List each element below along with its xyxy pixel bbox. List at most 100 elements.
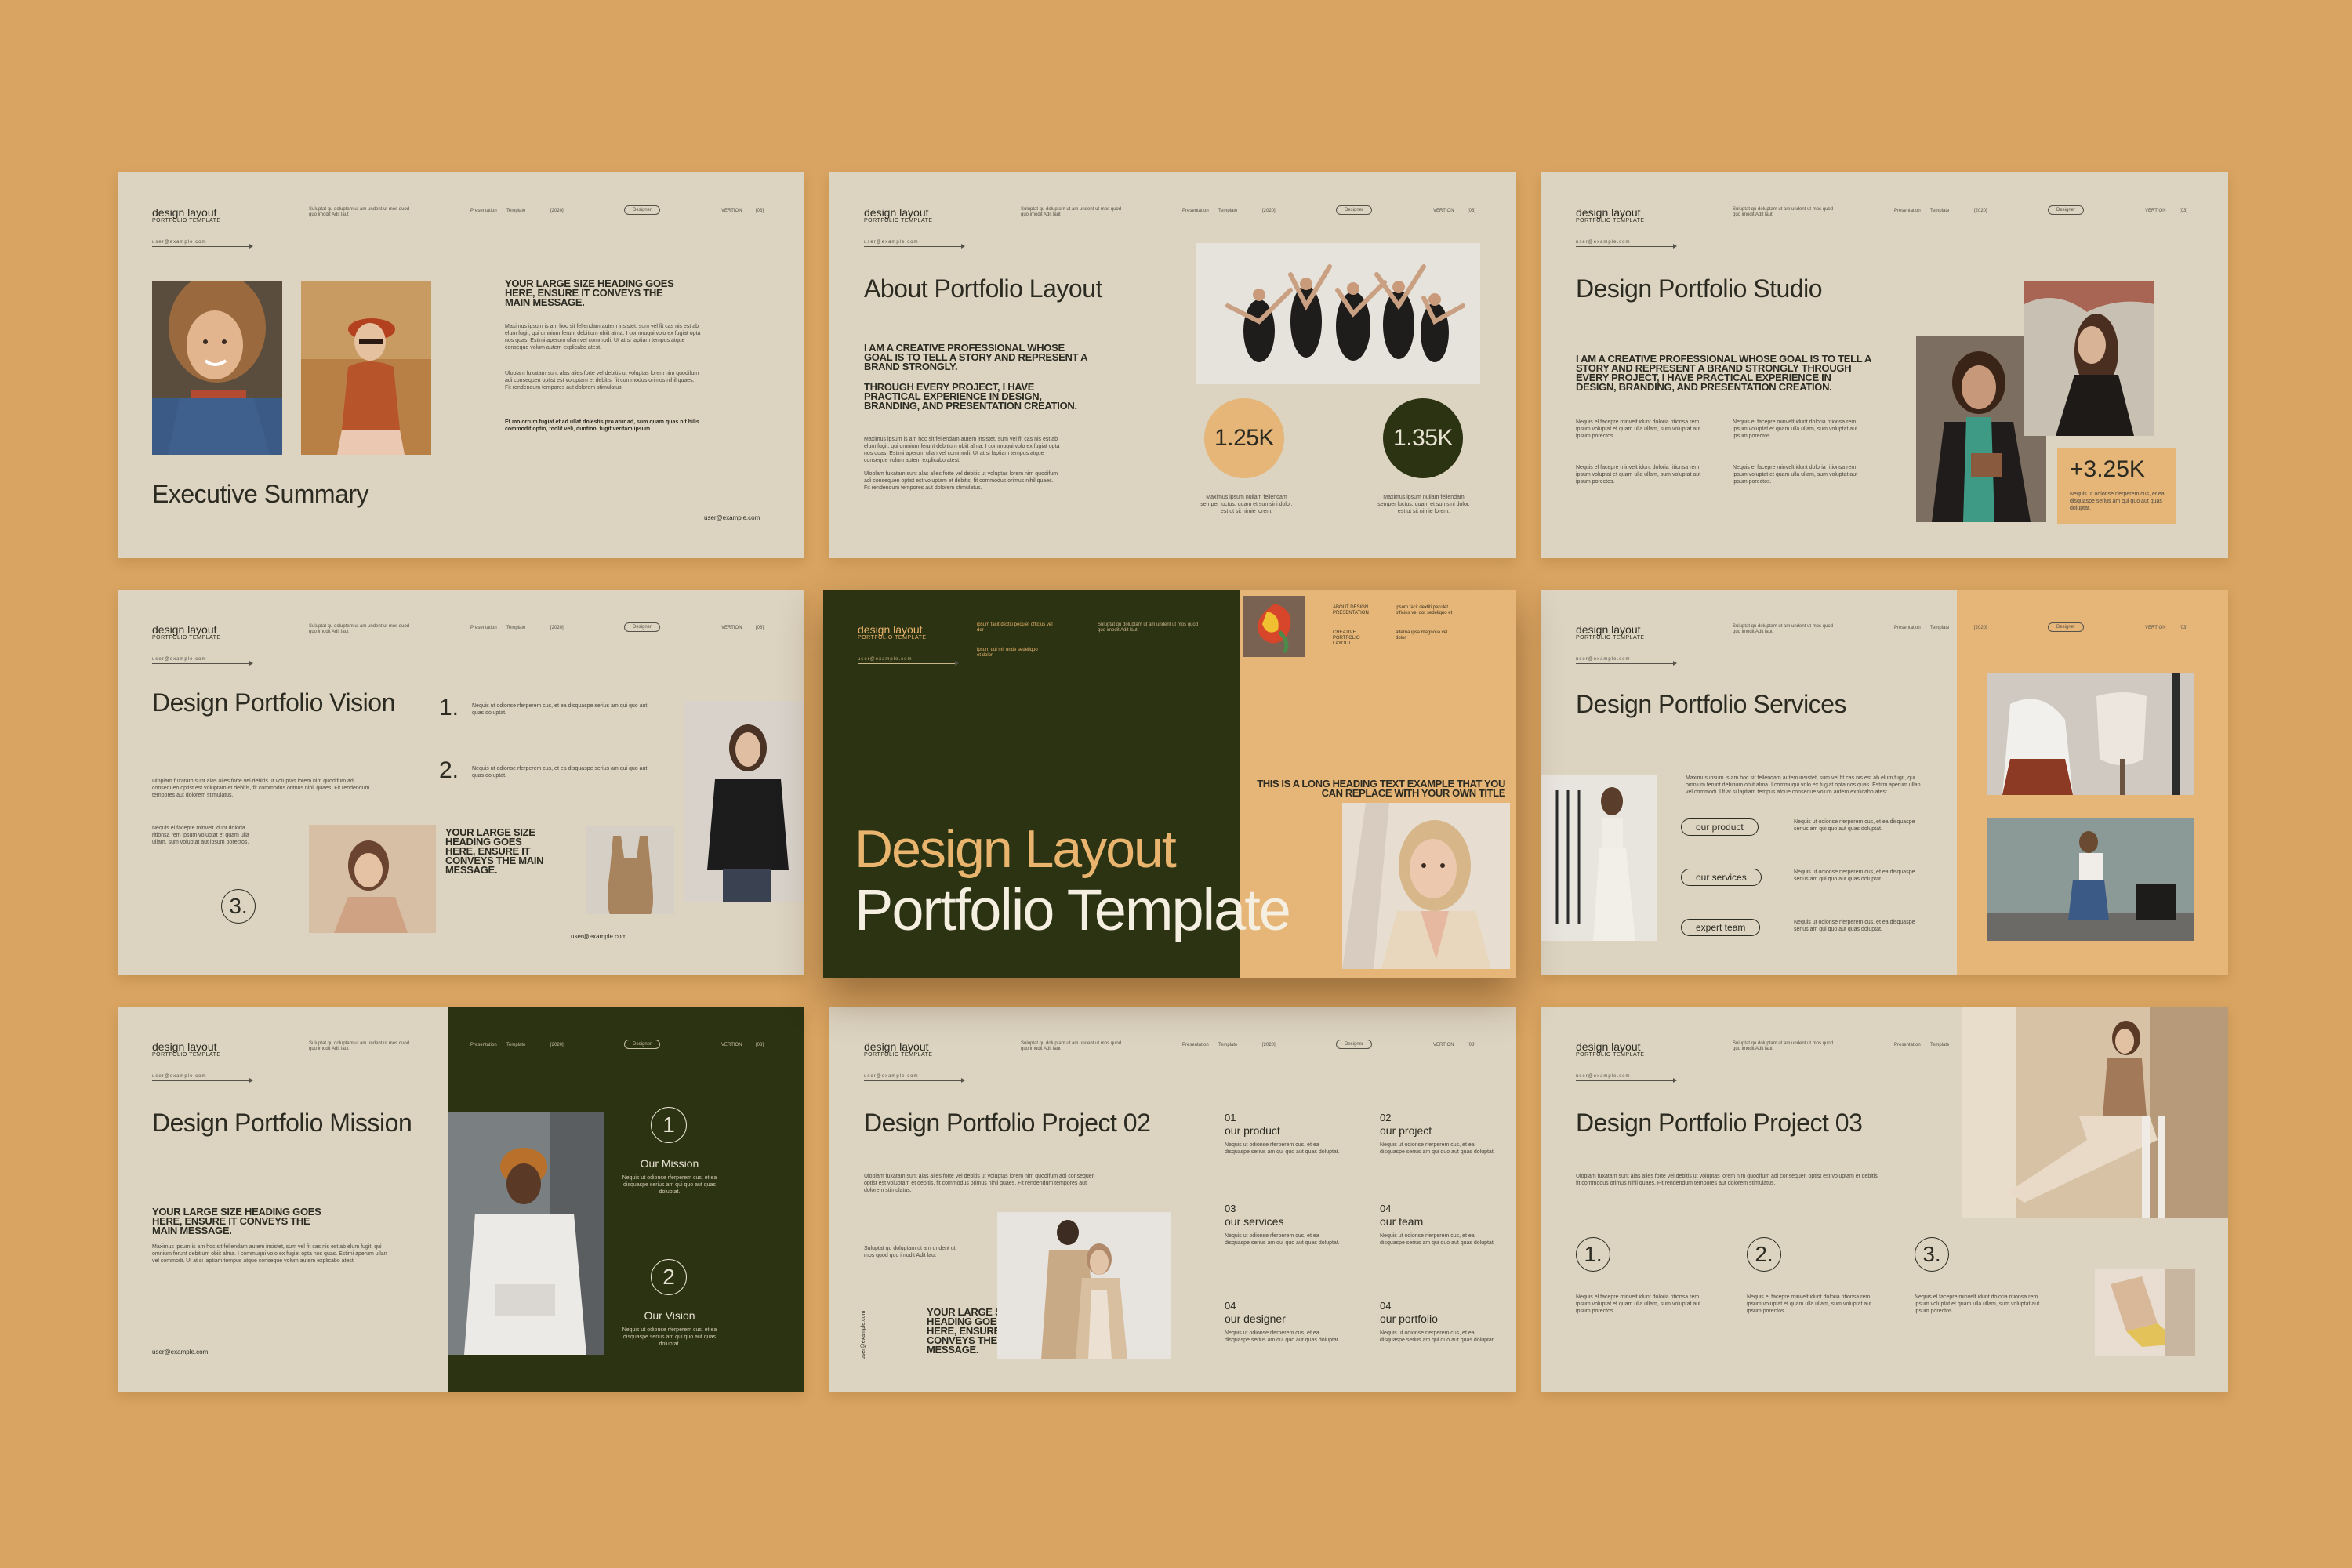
slide-portfolio-project-02[interactable]: design layout PORTFOLIO TEMPLATE user@ex… bbox=[829, 1007, 1516, 1392]
brand-subtitle: PORTFOLIO TEMPLATE bbox=[152, 218, 221, 223]
slide-executive-summary[interactable]: design layout PORTFOLIO TEMPLATE user@ex… bbox=[118, 172, 804, 558]
slide-title: Design Portfolio Vision bbox=[152, 688, 395, 717]
header-page-number: [03] bbox=[756, 626, 764, 630]
stat-value-2: 1.35K bbox=[1393, 425, 1453, 451]
photo-man-white-hoodie bbox=[448, 1112, 604, 1355]
cover-side-1: ABOUT DESIGN PRESENTATION bbox=[1333, 605, 1369, 615]
slide-portfolio-project-03[interactable]: design layout PORTFOLIO TEMPLATE user@ex… bbox=[1541, 1007, 2228, 1392]
slide-header: design layout PORTFOLIO TEMPLATE user@ex… bbox=[1541, 590, 2228, 666]
item-desc: Nequis ut odionse rferperem cus, et ea d… bbox=[1380, 1233, 1495, 1246]
slide-portfolio-studio[interactable]: design layout PORTFOLIO TEMPLATE user@ex… bbox=[1541, 172, 2228, 558]
slide-title: Design Portfolio Services bbox=[1576, 690, 1846, 718]
item-number: 03 bbox=[1225, 1203, 1236, 1214]
expert-team-button[interactable]: expert team bbox=[1681, 919, 1761, 936]
number-2: 2. bbox=[439, 757, 459, 783]
header-year: [2020] bbox=[550, 209, 564, 213]
slide4-heading: YOUR LARGE SIZE HEADING GOES HERE, ENSUR… bbox=[445, 826, 544, 876]
arrow-line bbox=[1576, 661, 1677, 666]
header-page-number: [03] bbox=[756, 1043, 764, 1047]
slide-cover-featured[interactable]: design layout PORTFOLIO TEMPLATE user@ex… bbox=[823, 590, 1516, 978]
arrow-line bbox=[152, 1078, 253, 1083]
slide-portfolio-vision[interactable]: design layout PORTFOLIO TEMPLATE user@ex… bbox=[118, 590, 804, 975]
photo-tailor-mannequin bbox=[1987, 673, 2194, 795]
header-template: Template bbox=[1218, 209, 1238, 213]
header-page-number: [03] bbox=[1468, 1043, 1476, 1047]
header-version: VERTION bbox=[1433, 1043, 1454, 1047]
header-presentation: Presentation bbox=[1894, 626, 1921, 630]
brand-name: design layout bbox=[864, 1040, 929, 1053]
item-label-our-designer: our designer bbox=[1225, 1312, 1286, 1325]
header-template: Template bbox=[506, 1043, 526, 1047]
cover-nav-1: ipsum facit dextiti peculet officius vel… bbox=[977, 622, 1053, 633]
vision-number: 2 bbox=[662, 1265, 675, 1289]
cover-email: user@example.com bbox=[858, 657, 913, 662]
header-presentation: Presentation bbox=[1182, 209, 1209, 213]
header-description: Suluptat qu doluptam ut am undent ut mos… bbox=[1021, 1041, 1122, 1051]
our-product-button[interactable]: our product bbox=[1681, 818, 1759, 836]
header-email: user@example.com bbox=[1576, 1074, 1631, 1079]
mission-number-circle: 1 bbox=[651, 1107, 687, 1143]
cover-desc: Suluptat qu doluptam ut am undent ut mos… bbox=[1098, 622, 1199, 633]
arrow-line bbox=[152, 244, 253, 249]
brand-logo: design layout PORTFOLIO TEMPLATE bbox=[152, 624, 221, 641]
photo-dancers-group bbox=[1196, 243, 1480, 384]
number-circle-2: 2. bbox=[1747, 1237, 1781, 1272]
slide3-body-2: Nequis el facepre minvelt idunt doloria … bbox=[1733, 419, 1858, 439]
header-description: Suluptat qu doluptam ut am undent ut mos… bbox=[309, 207, 410, 217]
slide7-body: Maximus ipsum is am hoc sit fellendam au… bbox=[152, 1244, 387, 1264]
header-year: [2020] bbox=[1974, 209, 1987, 213]
header-presentation: Presentation bbox=[1894, 1043, 1921, 1047]
item-desc: Nequis ut odionse rferperem cus, et ea d… bbox=[1380, 1142, 1495, 1155]
cover-brand-subtitle: PORTFOLIO TEMPLATE bbox=[858, 635, 927, 641]
slide-portfolio-mission[interactable]: design layout PORTFOLIO TEMPLATE user@ex… bbox=[118, 1007, 804, 1392]
header-template: Template bbox=[506, 209, 526, 213]
brand-subtitle: PORTFOLIO TEMPLATE bbox=[864, 218, 933, 223]
slide1-bold-line: Et molorrum fugiat et ad ullat dolestis … bbox=[505, 419, 699, 432]
item-label-our-services: our services bbox=[1225, 1215, 1284, 1228]
arrow-line bbox=[1576, 1078, 1677, 1083]
header-page-number: [03] bbox=[1468, 209, 1476, 213]
item-label-our-portfolio: our portfolio bbox=[1380, 1312, 1438, 1325]
cover-title-line-2: Portfolio Template bbox=[855, 877, 1291, 942]
slide6-intro: Maximus ipsum is am hoc sit fellendam au… bbox=[1686, 775, 1921, 795]
item-number: 02 bbox=[1380, 1112, 1392, 1123]
mission-label: Our Mission bbox=[640, 1157, 699, 1170]
header-page-number: [03] bbox=[2180, 209, 2188, 213]
header-version: VERTION bbox=[721, 1043, 742, 1047]
slide1-email: user@example.com bbox=[704, 514, 760, 521]
slide7-email: user@example.com bbox=[152, 1348, 209, 1356]
item-label-our-product: our product bbox=[1225, 1124, 1280, 1137]
item-desc: Nequis ut odionse rferperem cus, et ea d… bbox=[1380, 1330, 1495, 1343]
arrow-line bbox=[864, 244, 965, 249]
slide-portfolio-services[interactable]: design layout PORTFOLIO TEMPLATE user@ex… bbox=[1541, 590, 2228, 975]
stat-circle-dark: 1.35K bbox=[1383, 398, 1463, 478]
header-page-number: [03] bbox=[2180, 626, 2188, 630]
header-template: Template bbox=[1930, 209, 1950, 213]
slide-title: Executive Summary bbox=[152, 480, 369, 508]
photo-woman-seated-chair bbox=[1962, 1007, 2228, 1218]
slide-header: design layout PORTFOLIO TEMPLATE user@ex… bbox=[118, 172, 804, 249]
header-description: Suluptat qu doluptam ut am undent ut mos… bbox=[1733, 207, 1834, 217]
our-services-button[interactable]: our services bbox=[1681, 869, 1762, 886]
vision-desc: Nequis ut odionse rferperem cus, et ea d… bbox=[622, 1327, 717, 1347]
cover-title-line-1: Design Layout bbox=[855, 819, 1177, 879]
brand-name: design layout bbox=[152, 623, 217, 636]
slide2-caps-2: THROUGH EVERY PROJECT, I HAVE PRACTICAL … bbox=[864, 381, 1077, 412]
number-2: 2. bbox=[1755, 1242, 1773, 1266]
slide-about-portfolio[interactable]: design layout PORTFOLIO TEMPLATE user@ex… bbox=[829, 172, 1516, 558]
header-email: user@example.com bbox=[152, 240, 207, 245]
header-presentation: Presentation bbox=[470, 626, 497, 630]
slide3-body-1: Nequis el facepre minvelt idunt doloria … bbox=[1576, 419, 1701, 439]
brand-name: design layout bbox=[1576, 206, 1641, 219]
stat-caption: Nequis ut odionse rferperem cus, et ea d… bbox=[2070, 492, 2165, 511]
header-description: Suluptat qu doluptam ut am undent ut mos… bbox=[309, 1041, 410, 1051]
cover-brand-name: design layout bbox=[858, 623, 923, 636]
slide2-body-1: Maximus ipsum is am hoc sit fellendam au… bbox=[864, 437, 1060, 463]
number-1: 1. bbox=[1584, 1242, 1602, 1266]
slide-header: design layout PORTFOLIO TEMPLATE user@ex… bbox=[118, 1007, 804, 1083]
slide-header: design layout PORTFOLIO TEMPLATE user@ex… bbox=[829, 1007, 1516, 1083]
header-description: Suluptat qu doluptam ut am undent ut mos… bbox=[1733, 1041, 1834, 1051]
item-number: 04 bbox=[1225, 1300, 1236, 1312]
header-template: Template bbox=[506, 626, 526, 630]
header-presentation: Presentation bbox=[470, 1043, 497, 1047]
